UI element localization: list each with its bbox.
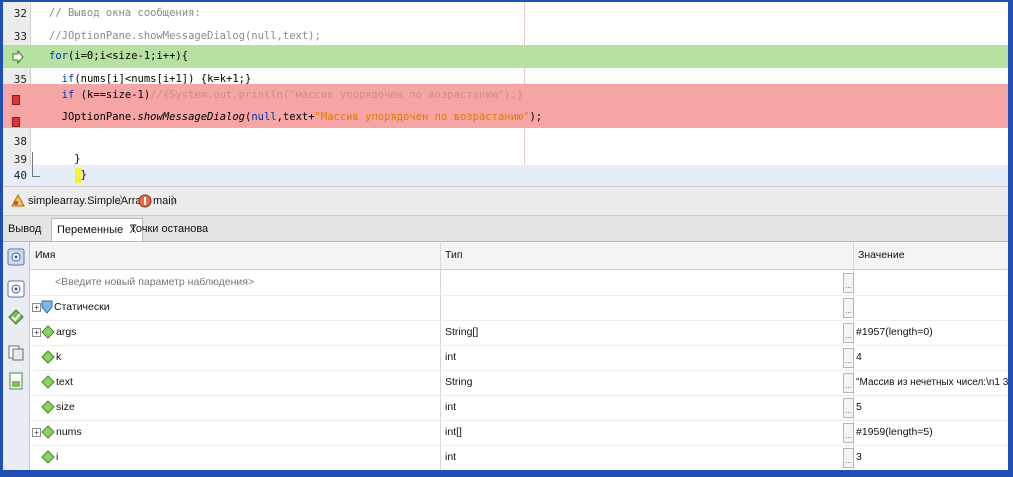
tab-output[interactable]: Вывод (3, 218, 46, 240)
classes-icon[interactable] (7, 372, 25, 390)
variable-type: int (445, 351, 457, 363)
static-folder-icon (41, 300, 53, 317)
table-row[interactable]: size int ... 5 (30, 395, 1008, 421)
table-row[interactable]: k int ... 4 (30, 345, 1008, 371)
edit-value-button[interactable]: ... (843, 423, 854, 443)
code-text: // Вывод окна сообщения: (49, 7, 201, 19)
code-line[interactable]: 40 } (3, 165, 1008, 186)
variable-value[interactable]: 4 (856, 345, 1006, 370)
code-text: for(i=0;i<size-1;i++){ (49, 50, 189, 62)
panel-toolbar (3, 242, 30, 470)
column-header-value[interactable]: Значение (858, 242, 905, 269)
variable-value[interactable]: #1957(length=0) (856, 320, 1006, 345)
edit-value-button[interactable]: ... (843, 398, 854, 418)
line-number: 40 (13, 169, 27, 182)
table-row[interactable]: + args String[] ... #1957(length=0) (30, 320, 1008, 346)
code-text: } (49, 169, 87, 181)
watch-icon[interactable] (7, 248, 25, 266)
edit-value-button[interactable]: ... (843, 448, 854, 468)
variable-icon (41, 425, 55, 442)
table-row[interactable]: + Статически ... (30, 295, 1008, 321)
variable-name: text (56, 376, 73, 388)
edit-value-button[interactable]: ... (843, 273, 854, 293)
variable-icon (41, 400, 55, 417)
variable-icon (41, 325, 55, 342)
variable-name: i (56, 451, 59, 463)
show-static-icon[interactable] (7, 308, 25, 326)
expand-icon[interactable]: + (32, 328, 41, 337)
variables-panel: Имя Тип Значение <Введите новый параметр… (3, 242, 1008, 470)
code-line[interactable]: 32 // Вывод окна сообщения: (3, 2, 1008, 25)
edit-value-button[interactable]: ... (843, 373, 854, 393)
inherited-icon[interactable] (7, 344, 25, 362)
edit-value-button[interactable]: ... (843, 323, 854, 343)
variable-value[interactable]: 5 (856, 395, 1006, 420)
variable-type: String (445, 376, 473, 388)
edit-value-button[interactable]: ... (843, 298, 854, 318)
class-icon (10, 193, 26, 212)
breakpoint-line[interactable]: JOptionPane.showMessageDialog(null,text+… (3, 106, 1008, 128)
program-counter-arrow-icon (12, 49, 24, 68)
line-number: 32 (13, 7, 27, 20)
variable-name: k (56, 351, 62, 363)
chevron-right-icon: 〉 (119, 195, 130, 207)
variable-name: args (56, 326, 77, 338)
variable-value[interactable]: 3 (856, 445, 1006, 470)
ide-window: 32 // Вывод окна сообщения: 33 //JOption… (3, 2, 1008, 470)
current-execution-line[interactable]: for(i=0;i<size-1;i++){ (3, 45, 1008, 68)
variable-type: int (445, 401, 457, 413)
column-header-name[interactable]: Имя (35, 242, 55, 269)
variable-name: size (56, 401, 75, 413)
table-row[interactable]: text String ... "Массив из нечетных чисе… (30, 370, 1008, 396)
variable-name: Статически (54, 301, 110, 313)
variable-value[interactable]: "Массив из нечетных чисел:\n1 3 5 7 9 " (856, 370, 1008, 395)
fold-guide (32, 152, 40, 177)
edit-value-button[interactable]: ... (843, 348, 854, 368)
new-watch-icon[interactable] (7, 280, 25, 298)
variable-type: int[] (445, 426, 462, 438)
table-row[interactable]: i int ... 3 (30, 445, 1008, 470)
variable-type: int (445, 451, 457, 463)
code-editor[interactable]: 32 // Вывод окна сообщения: 33 //JOption… (3, 2, 1008, 186)
variable-icon (41, 450, 55, 467)
method-icon (138, 194, 152, 211)
column-header-type[interactable]: Тип (445, 242, 463, 269)
new-watch-row[interactable]: <Введите новый параметр наблюдения> ... (30, 270, 1008, 296)
chevron-right-icon: 〉 (171, 195, 182, 207)
breakpoint-icon[interactable] (12, 112, 20, 131)
expand-icon[interactable]: + (32, 428, 41, 437)
variable-icon (41, 350, 55, 367)
variable-name: nums (56, 426, 82, 438)
breadcrumb: simplearray.SimpleArray 〉 main 〉 (3, 186, 1008, 216)
new-watch-placeholder[interactable]: <Введите новый параметр наблюдения> (55, 270, 254, 295)
debug-tab-bar: Вывод Переменные X Точки останова (3, 216, 1008, 242)
tab-variables-label: Переменные (57, 224, 124, 236)
code-text: if (k==size-1)//{System.out.println("мас… (61, 89, 524, 101)
expand-icon[interactable]: + (32, 303, 41, 312)
breakpoint-line[interactable]: if (k==size-1)//{System.out.println("мас… (3, 84, 1008, 106)
variable-type: String[] (445, 326, 479, 338)
variable-icon (41, 375, 55, 392)
matching-brace-highlight (75, 168, 81, 183)
tab-breakpoints[interactable]: Точки останова (125, 218, 213, 240)
table-header: Имя Тип Значение (30, 242, 1008, 270)
variable-value[interactable]: #1959(length=5) (856, 420, 1006, 445)
code-text: JOptionPane.showMessageDialog(null,text+… (49, 111, 543, 123)
table-row[interactable]: + nums int[] ... #1959(length=5) (30, 420, 1008, 446)
